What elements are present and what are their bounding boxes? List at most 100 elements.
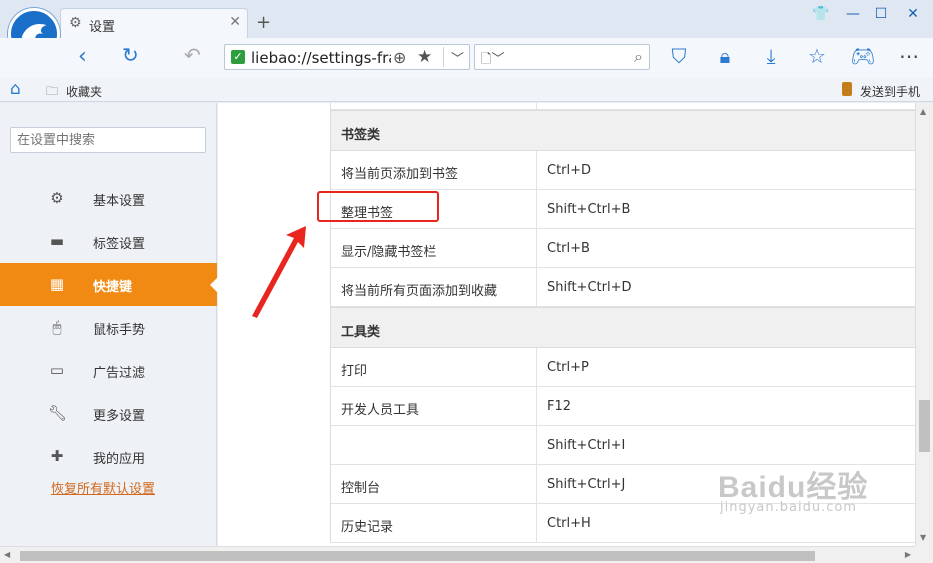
home-icon[interactable]: ⌂ [10,79,21,99]
close-window-button[interactable]: ✕ [902,6,924,22]
shield-icon[interactable]: ⛉ [666,44,692,68]
bookmark-bar: ⌂ 🗀 收藏夹 发送到手机 [0,78,933,102]
scroll-up-icon[interactable]: ▲ [920,107,926,116]
scroll-down-icon[interactable]: ▼ [920,533,926,542]
maximize-button[interactable]: ☐ [870,6,892,22]
divider [536,229,537,268]
shortcut-key[interactable]: Ctrl+B [547,241,590,256]
sidebar-item-label: 我的应用 [93,452,146,467]
divider [443,47,444,67]
shortcut-key[interactable]: F12 [547,399,571,414]
sidebar-item-label: 标签设置 [93,237,146,252]
sidebar-item-label: 鼠标手势 [93,323,146,338]
favorites-folder[interactable]: 收藏夹 [66,83,102,100]
sidebar-item-more-settings[interactable]: 🔧︎ 更多设置 [0,392,217,435]
scroll-right-icon[interactable]: ▶ [905,550,911,559]
annotation-arrow-icon [252,226,306,318]
shortcut-icon: ▦ [49,275,65,293]
search-icon[interactable]: ⌕ [634,47,643,67]
tab-icon: ▬ [49,232,65,250]
back-button[interactable]: ‹ [78,44,87,69]
sidebar-item-my-apps[interactable]: ✚ 我的应用 [0,435,217,478]
shortcut-action: 历史记录 [341,520,394,535]
restore-defaults-link[interactable]: 恢复所有默认设置 [51,478,155,497]
gear-icon: ⚙ [69,15,82,31]
address-bar[interactable]: ✓ liebao://settings-fra ⊕ ★ ﹀ [224,44,470,70]
more-icon[interactable]: ⋯ [896,44,922,68]
scrollbar-corner [915,546,933,563]
watermark: Baidu经验 jingyan.baidu.com [718,462,868,515]
divider [536,151,537,190]
address-url[interactable]: liebao://settings-fra [251,49,391,67]
refresh-button[interactable]: ↻ [122,43,139,67]
section-title: 工具类 [341,325,381,340]
sidebar-item-basic[interactable]: ⚙ 基本设置 [0,177,217,220]
table-row[interactable]: Shift+Ctrl+I [331,426,915,465]
shortcut-action: 将当前所有页面添加到收藏 [341,284,498,299]
scrollbar-thumb[interactable] [20,551,815,561]
mouse-icon: 🖱︎ [52,318,62,336]
minimize-button[interactable]: — [842,6,864,22]
divider [536,504,537,543]
shortcut-key[interactable]: Ctrl+H [547,516,591,531]
horizontal-scrollbar[interactable]: ◀ ▶ [0,546,915,563]
sidebar-item-label: 广告过滤 [93,366,146,381]
divider [536,268,537,307]
new-tab-button[interactable]: + [256,14,271,32]
divider [536,387,537,426]
chevron-down-icon[interactable]: ﹀ [451,48,464,67]
compat-mode-icon[interactable]: ⊕ [393,48,406,67]
sidebar-item-label: 更多设置 [93,409,146,424]
secure-check-icon: ✓ [231,50,245,64]
vertical-scrollbar[interactable]: ▲ ▼ [915,103,933,546]
highlight-box [317,191,439,222]
lock-icon[interactable]: 🔒︎ [712,44,738,68]
sidebar-item-mouse-gestures[interactable]: 🖱︎ 鼠标手势 [0,306,217,349]
window-icon: ▭ [49,361,65,379]
table-row[interactable]: 打印 Ctrl+P [331,348,915,387]
search-box[interactable]: 🗋﹀ ⌕ [474,44,650,70]
skin-icon[interactable]: 👕 [810,6,832,22]
gamepad-icon[interactable]: 🎮︎ [850,44,876,68]
sidebar-item-shortcuts[interactable]: ▦ 快捷键 [0,263,218,306]
undo-close-button[interactable]: ↶ [184,43,201,67]
shortcut-action: 控制台 [341,481,381,496]
tab-settings[interactable]: ⚙ 设置 ✕ [60,8,248,38]
bookmark-star-icon[interactable]: ★ [417,47,432,67]
scrollbar-thumb[interactable] [919,400,930,452]
shortcut-key[interactable]: Ctrl+D [547,163,591,178]
shortcut-action: 将当前页添加到书签 [341,167,459,182]
download-icon[interactable]: ⤓ [758,44,784,68]
shortcut-key[interactable]: Shift+Ctrl+I [547,438,625,453]
shortcut-key[interactable]: Ctrl+P [547,360,589,375]
tab-title: 设置 [89,20,116,35]
table-row[interactable]: 将当前所有页面添加到收藏 Shift+Ctrl+D [331,268,915,307]
table-row[interactable]: 显示/隐藏书签栏 Ctrl+B [331,229,915,268]
document-icon: 🗋﹀ [481,52,505,67]
shortcut-key[interactable]: Shift+Ctrl+D [547,280,631,295]
watermark-url: jingyan.baidu.com [720,500,857,515]
sidebar-item-tabs[interactable]: ▬ 标签设置 [0,220,217,263]
send-to-phone[interactable]: 发送到手机 [860,83,920,100]
sidebar-item-label: 基本设置 [93,194,146,209]
sidebar-item-label: 快捷键 [93,280,133,295]
star-icon[interactable]: ☆ [804,44,830,68]
phone-icon [842,82,852,96]
shortcut-action: 开发人员工具 [341,403,420,418]
shortcut-action: 打印 [341,364,368,379]
shortcut-key[interactable]: Shift+Ctrl+J [547,477,625,492]
divider [536,465,537,504]
shortcut-key[interactable]: Shift+Ctrl+B [547,202,630,217]
close-icon[interactable]: ✕ [229,14,241,30]
table-row[interactable]: 将当前页添加到书签 Ctrl+D [331,151,915,190]
divider [536,103,537,110]
folder-icon: 🗀 [46,84,59,98]
divider [536,348,537,387]
table-row[interactable]: 开发人员工具 F12 [331,387,915,426]
sidebar-item-ad-filter[interactable]: ▭ 广告过滤 [0,349,217,392]
settings-sidebar: ⚙ 基本设置 ▬ 标签设置 ▦ 快捷键 🖱︎ 鼠标手势 ▭ 广告过滤 🔧︎ 更多… [0,103,218,546]
section-header-bookmarks: 书签类 [331,110,915,151]
scroll-left-icon[interactable]: ◀ [4,550,10,559]
gear-icon: ⚙ [50,189,64,207]
settings-search-input[interactable] [10,127,206,153]
